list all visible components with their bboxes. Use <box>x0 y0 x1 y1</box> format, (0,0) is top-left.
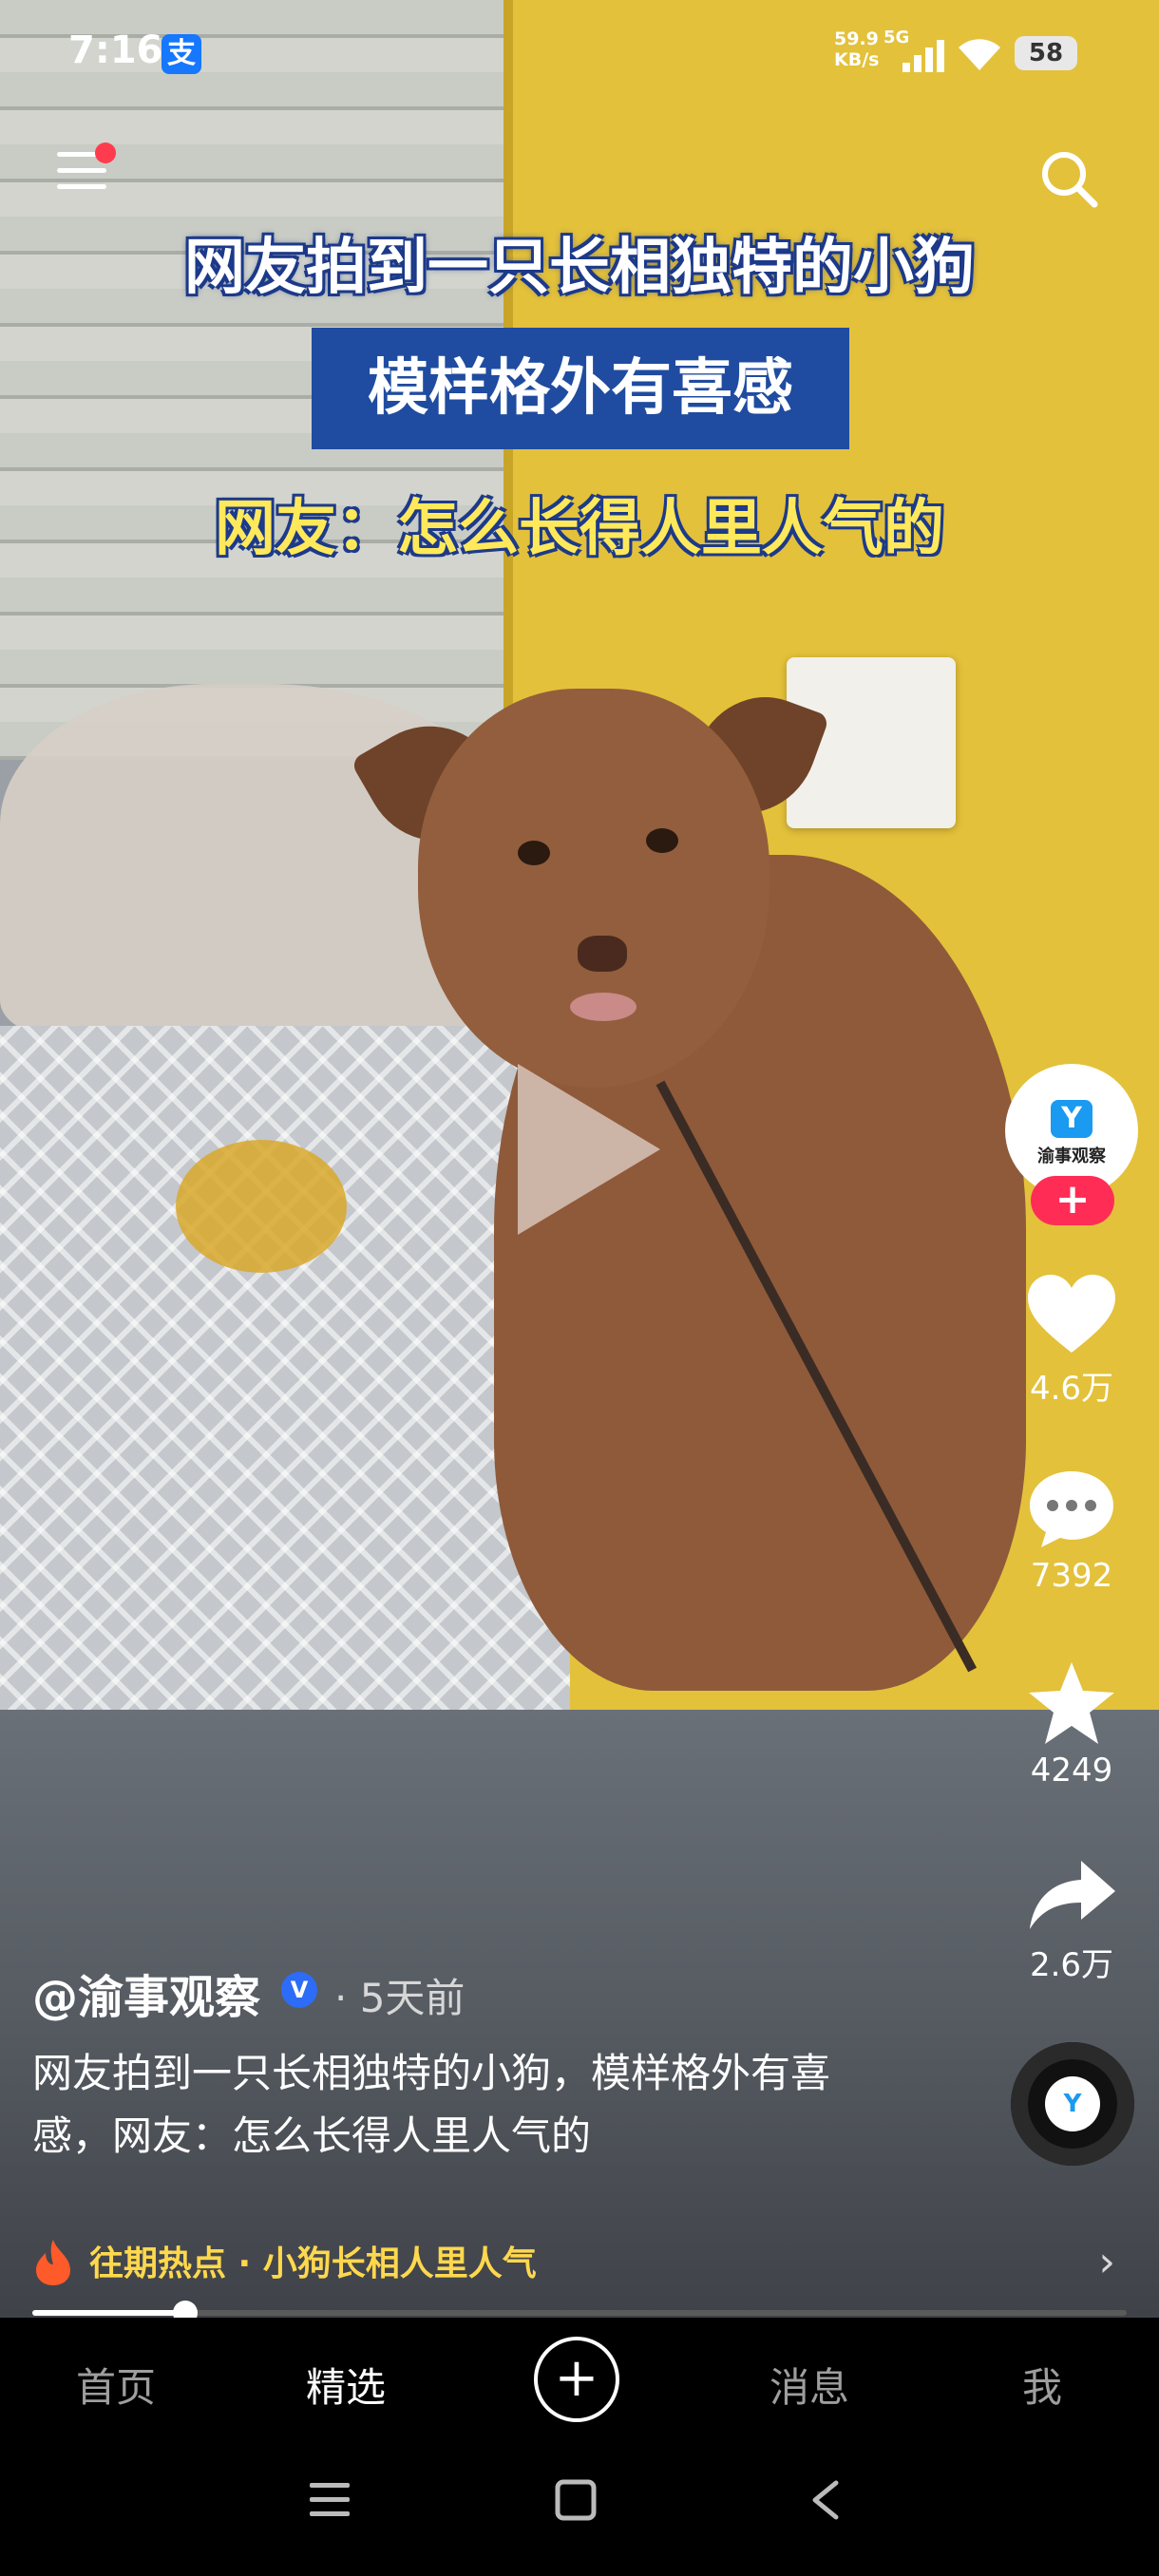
comment-count: 7392 <box>1030 1557 1113 1595</box>
verified-badge-icon: V <box>281 1972 317 2008</box>
share-count: 2.6万 <box>1029 1946 1114 1984</box>
network-speed-value: 59.9 <box>834 28 879 49</box>
video-title-line-2: 模样格外有喜感 <box>368 353 793 424</box>
alipay-notification-icon: 支 <box>162 34 201 74</box>
share-icon <box>1030 1861 1115 1929</box>
heart-icon <box>1028 1275 1115 1353</box>
dog-eye-right <box>646 828 678 853</box>
system-back-icon[interactable] <box>808 2479 842 2521</box>
chevron-right-icon: › <box>1098 2238 1115 2286</box>
fire-icon <box>36 2240 70 2285</box>
play-icon[interactable] <box>518 1064 660 1235</box>
creator-logo-icon: Y <box>1051 1100 1092 1138</box>
dog-mouth <box>570 993 636 1021</box>
comment-icon <box>1030 1471 1113 1547</box>
dog-head <box>418 689 770 1088</box>
system-home-icon[interactable] <box>555 2479 597 2521</box>
battery-indicator: 58 <box>1015 36 1077 70</box>
tab-messages[interactable]: 消息 <box>770 2356 849 2414</box>
author-handle[interactable]: @渝事观察 <box>32 1960 260 2026</box>
follow-button[interactable]: + <box>1031 1176 1114 1225</box>
tab-featured[interactable]: 精选 <box>306 2356 386 2414</box>
favorite-button[interactable]: 4249 <box>1005 1660 1138 1790</box>
tab-home[interactable]: 首页 <box>76 2356 156 2414</box>
create-button[interactable]: + <box>534 2337 619 2422</box>
wifi-icon <box>959 39 1000 70</box>
creator-avatar-name: 渝事观察 <box>1037 1146 1106 1166</box>
search-icon[interactable] <box>1037 147 1100 210</box>
status-time: 7:16 <box>68 28 163 72</box>
tab-me[interactable]: 我 <box>1022 2356 1062 2414</box>
playback-progress-fill <box>32 2310 185 2316</box>
dog-eye-left <box>518 841 550 865</box>
network-speed: 59.9 KB/s <box>834 28 879 70</box>
like-count: 4.6万 <box>1029 1370 1114 1408</box>
share-button[interactable]: 2.6万 <box>1005 1857 1138 1985</box>
system-menu-icon[interactable] <box>308 2479 352 2521</box>
favorite-count: 4249 <box>1030 1752 1113 1790</box>
crate-logo <box>176 1140 347 1273</box>
star-icon <box>1029 1662 1114 1744</box>
like-button[interactable]: 4.6万 <box>1005 1273 1138 1409</box>
notification-dot <box>95 142 116 163</box>
network-speed-unit: KB/s <box>834 49 880 70</box>
video-caption[interactable]: 网友拍到一只长相独特的小狗，模样格外有喜感，网友：怎么长得人里人气的 <box>32 2042 887 2168</box>
hot-topic-label: 往期热点 · 小狗长相人里人气 <box>89 2245 537 2283</box>
video-title-line-3: 网友：怎么长得人里人气的 <box>215 494 944 564</box>
video-title-line-1: 网友拍到一只长相独特的小狗 <box>184 233 975 303</box>
dog-nose <box>578 936 627 972</box>
signal-icon <box>902 40 944 72</box>
music-disc-logo: Y <box>1045 2076 1100 2131</box>
hot-topic-link[interactable]: 往期热点 · 小狗长相人里人气 › <box>32 2232 1125 2289</box>
comment-button[interactable]: 7392 <box>1005 1468 1138 1595</box>
white-crate <box>0 1026 570 1719</box>
post-time: · 5天前 <box>334 1975 466 2021</box>
